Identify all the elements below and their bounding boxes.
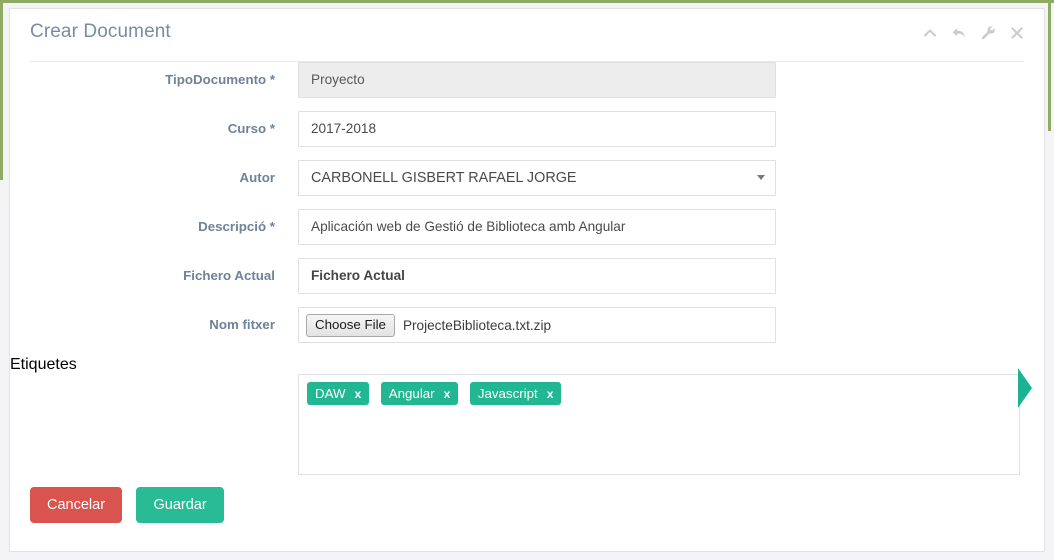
document-form: TipoDocumento * Proyecto Curso * 2017-20… — [10, 62, 1044, 475]
chevron-up-icon[interactable] — [922, 25, 938, 41]
control-nom-fitxer: Choose File ProjecteBiblioteca.txt.zip — [298, 307, 776, 343]
control-tipodocumento: Proyecto — [298, 62, 776, 98]
selected-file-name: ProjecteBiblioteca.txt.zip — [402, 317, 552, 333]
form-row-nom-fitxer: Nom fitxer Choose File ProjecteBibliotec… — [10, 307, 1044, 356]
label-etiquetes: Etiquetes — [10, 356, 77, 373]
screenshot-root: Crear Document TipoDocumento * Proyecto … — [0, 0, 1054, 560]
label-autor: Autor — [239, 170, 275, 185]
modal-header: Crear Document — [10, 9, 1044, 62]
file-input-wrapper[interactable]: Choose File ProjecteBiblioteca.txt.zip — [298, 307, 776, 343]
control-fichero-actual: Fichero Actual — [298, 258, 776, 294]
drop-zone-highlight-right-edge — [1048, 0, 1051, 131]
tag-label: Javascript — [477, 386, 538, 401]
tag-chip[interactable]: Javascript x — [469, 382, 562, 405]
label-tipodocumento: TipoDocumento * — [165, 72, 275, 87]
tag-label: DAW — [315, 386, 346, 401]
form-row-descripcio: Descripció * Aplicación web de Gestió de… — [10, 209, 1044, 258]
tag-label: Angular — [388, 386, 435, 401]
form-row-autor: Autor CARBONELL GISBERT RAFAEL JORGE — [10, 160, 1044, 209]
tipodocumento-input: Proyecto — [298, 62, 776, 98]
chevron-down-icon[interactable] — [757, 175, 765, 180]
form-row-tipodocumento: TipoDocumento * Proyecto — [10, 62, 1044, 111]
label-descripcio: Descripció * — [198, 219, 275, 234]
control-descripcio: Aplicación web de Gestió de Biblioteca a… — [298, 209, 776, 245]
save-button[interactable]: Guardar — [136, 487, 224, 523]
etiquetes-tag-input[interactable]: DAW x Angular x Javascript x — [298, 374, 1020, 475]
tag-remove-icon[interactable]: x — [444, 387, 451, 401]
label-curso: Curso * — [227, 121, 275, 136]
label-fichero-actual: Fichero Actual — [183, 268, 275, 283]
cancel-button[interactable]: Cancelar — [30, 487, 123, 523]
form-row-fichero-actual: Fichero Actual Fichero Actual — [10, 258, 1044, 307]
header-icon-group — [922, 25, 1025, 41]
label-nom-fitxer: Nom fitxer — [209, 317, 275, 332]
curso-input[interactable]: 2017-2018 — [298, 111, 776, 147]
autor-select[interactable]: CARBONELL GISBERT RAFAEL JORGE — [298, 160, 776, 196]
tag-chip[interactable]: Angular x — [380, 382, 459, 405]
modal-footer: Cancelar Guardar — [30, 487, 234, 523]
tag-chip[interactable]: DAW x — [307, 382, 370, 405]
tag-remove-icon[interactable]: x — [355, 387, 362, 401]
fichero-actual-value[interactable]: Fichero Actual — [298, 258, 776, 294]
right-edge-expand-arrow-icon[interactable] — [1018, 368, 1032, 408]
tag-remove-icon[interactable]: x — [547, 387, 554, 401]
choose-file-button[interactable]: Choose File — [306, 313, 395, 337]
form-row-curso: Curso * 2017-2018 — [10, 111, 1044, 160]
close-icon[interactable] — [1009, 25, 1025, 41]
form-row-etiquetes: Etiquetes DAW x Angular x Javascript x — [10, 356, 1044, 475]
page-title: Crear Document — [30, 21, 171, 42]
control-autor: CARBONELL GISBERT RAFAEL JORGE — [298, 160, 776, 196]
wrench-icon[interactable] — [980, 25, 996, 41]
crear-document-modal: Crear Document TipoDocumento * Proyecto … — [9, 8, 1045, 552]
control-curso: 2017-2018 — [298, 111, 776, 147]
undo-arrow-icon[interactable] — [951, 25, 967, 41]
descripcio-input[interactable]: Aplicación web de Gestió de Biblioteca a… — [298, 209, 776, 245]
